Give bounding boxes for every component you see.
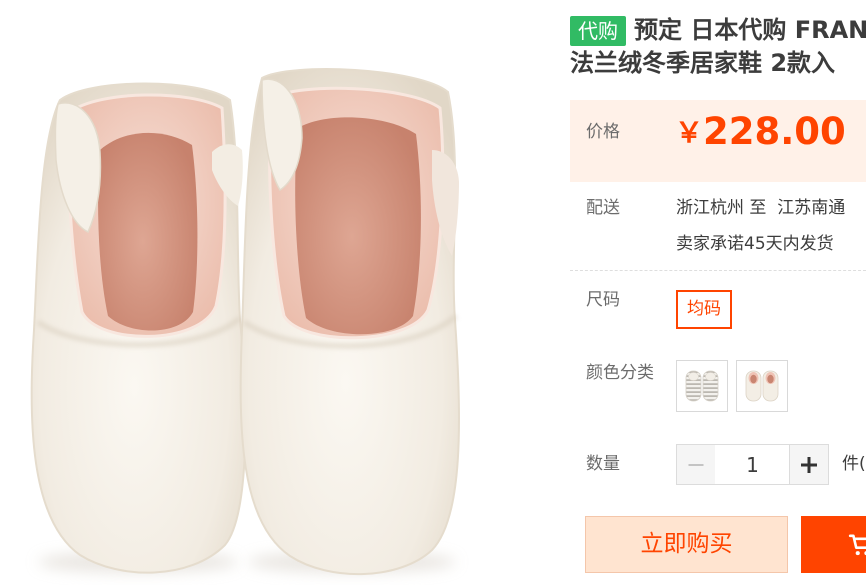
quantity-input[interactable] xyxy=(715,444,790,485)
delivery-label: 配送 xyxy=(586,198,620,218)
delivery-route[interactable]: 浙江杭州 至 江苏南通 xyxy=(676,196,866,220)
quantity-label: 数量 xyxy=(586,454,620,474)
add-to-cart-button[interactable] xyxy=(801,516,866,573)
boot-opening xyxy=(295,117,421,335)
delivery-promise: 卖家承诺45天内发货 xyxy=(676,234,834,254)
boot-opening xyxy=(98,132,198,331)
price-currency: ￥ xyxy=(675,116,704,149)
quantity-decrease-button[interactable] xyxy=(676,444,716,485)
price-box: 价格 ￥ 228.00 xyxy=(570,100,866,182)
quantity-unit: 件( xyxy=(842,454,866,474)
price-amount: 228.00 xyxy=(703,110,846,153)
plus-icon xyxy=(807,456,811,473)
color-label: 颜色分类 xyxy=(586,363,654,383)
product-info-panel: 代购 预定 日本代购 FRANC 法兰绒冬季居家鞋 2款入 价格 ￥ 228.0… xyxy=(570,0,866,585)
left-slipper-boot xyxy=(30,82,247,574)
daigou-badge: 代购 xyxy=(570,16,626,46)
striped-boots-thumbnail xyxy=(685,370,719,402)
minus-icon xyxy=(688,463,704,466)
product-title-line2: 法兰绒冬季居家鞋 2款入 xyxy=(570,49,836,77)
color-option-pink-lined[interactable] xyxy=(736,360,788,412)
pink-lined-boots-thumbnail xyxy=(745,370,779,402)
color-option-striped[interactable] xyxy=(676,360,728,412)
size-option-one-size[interactable]: 均码 xyxy=(676,290,732,329)
size-label: 尺码 xyxy=(586,290,620,310)
divider xyxy=(570,270,866,271)
product-image xyxy=(30,68,461,576)
right-slipper-boot xyxy=(239,68,461,576)
price-label: 价格 xyxy=(586,122,620,142)
buy-now-button[interactable]: 立即购买 xyxy=(585,516,788,573)
quantity-increase-button[interactable] xyxy=(789,444,829,485)
product-detail-page: 代购 预定 日本代购 FRANC 法兰绒冬季居家鞋 2款入 价格 ￥ 228.0… xyxy=(0,0,866,585)
cart-icon xyxy=(848,534,866,556)
product-title-line1: 预定 日本代购 FRANC xyxy=(634,16,866,44)
